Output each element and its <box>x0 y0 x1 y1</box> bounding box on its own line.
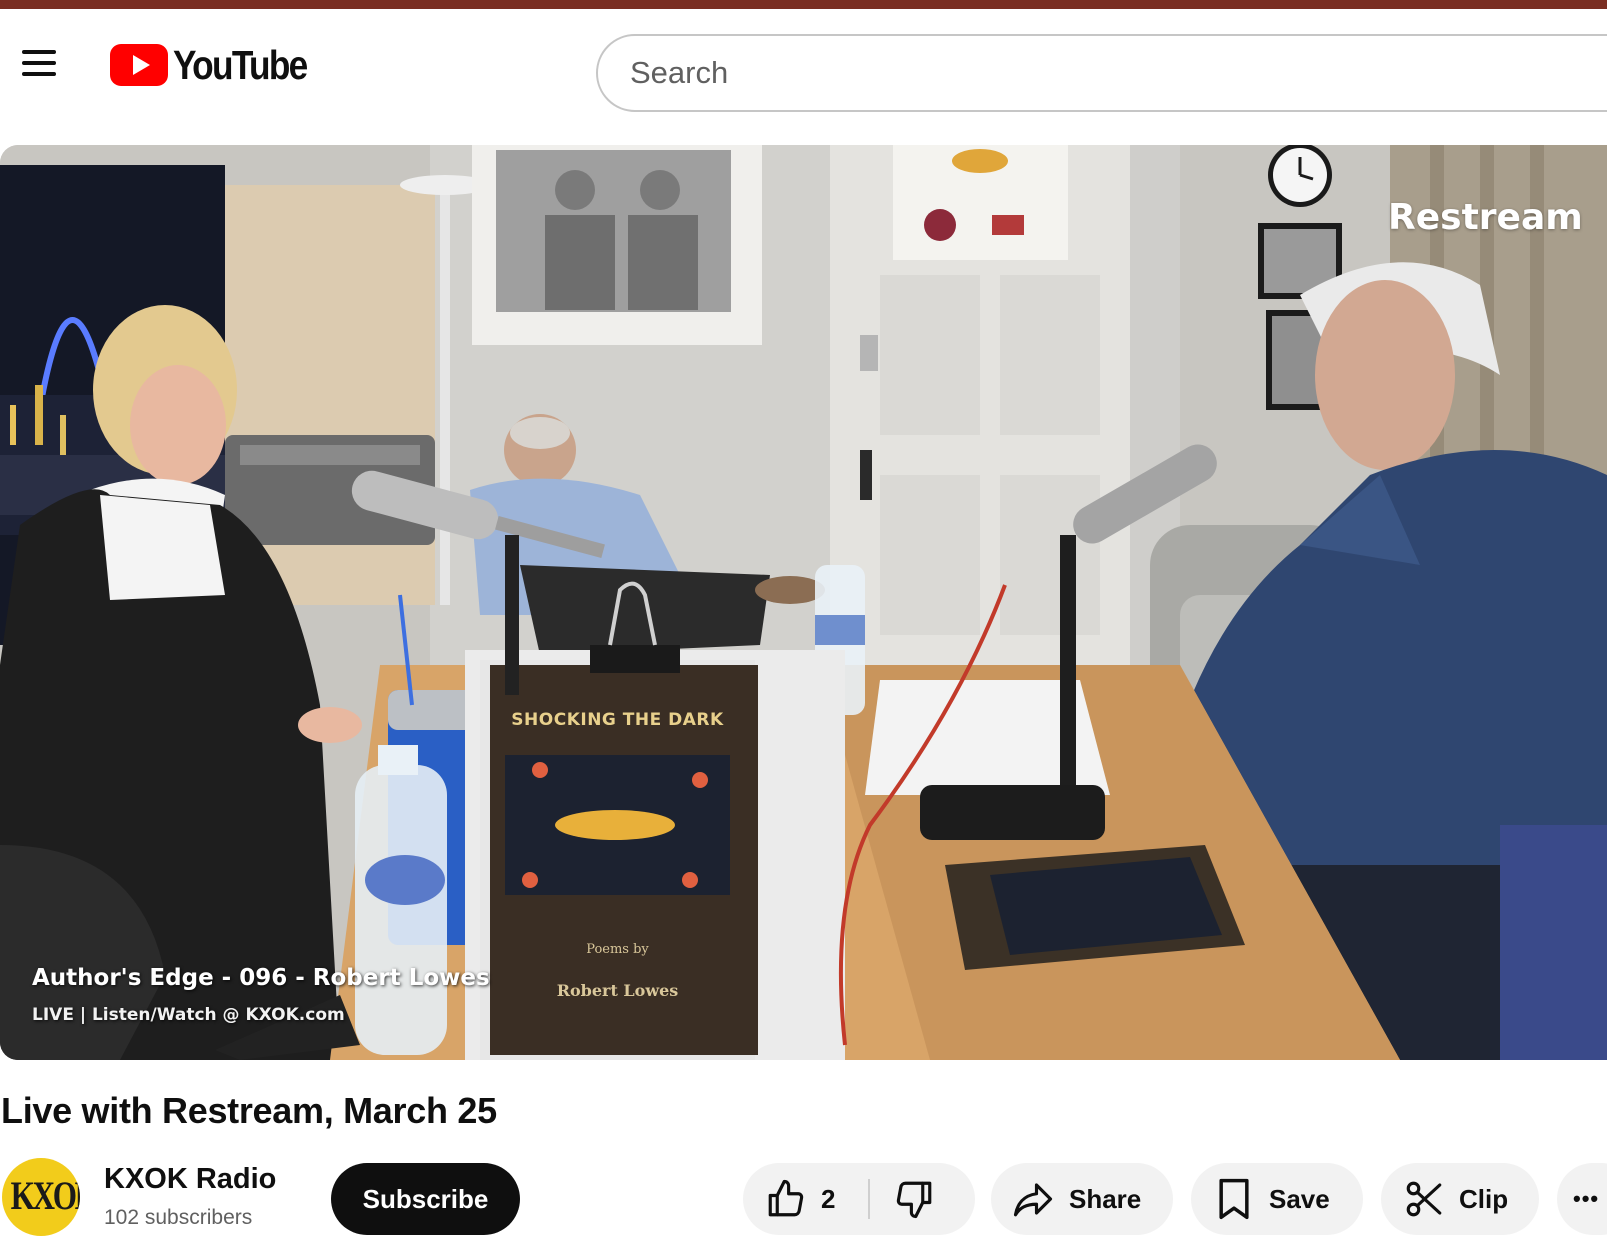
masthead: YouTube <box>0 9 1607 124</box>
video-frame <box>0 145 1607 1060</box>
restream-watermark: Restream <box>1388 197 1583 238</box>
thumbs-up-icon <box>765 1178 807 1220</box>
like-divider <box>868 1179 870 1219</box>
like-count: 2 <box>821 1183 836 1214</box>
video-overlay-subtitle: LIVE | Listen/Watch @ KXOK.com <box>32 1005 345 1025</box>
bookmark-icon <box>1215 1177 1253 1221</box>
book-cover-subtitle: Poems by <box>586 942 649 957</box>
scissors-icon <box>1403 1178 1445 1220</box>
top-border <box>0 0 1607 9</box>
like-dislike-bar: 2 <box>743 1163 975 1235</box>
subscriber-count: 102 subscribers <box>104 1206 253 1229</box>
video-title: Live with Restream, March 25 <box>1 1090 497 1131</box>
more-actions-button[interactable]: ••• <box>1557 1163 1607 1235</box>
share-button[interactable]: Share <box>991 1163 1173 1235</box>
like-button[interactable]: 2 <box>765 1163 835 1235</box>
save-button[interactable]: Save <box>1191 1163 1363 1235</box>
share-arrow-icon <box>1011 1178 1055 1220</box>
book-cover-title: SHOCKING THE DARK <box>511 710 724 730</box>
video-player[interactable]: Restream SHOCKING THE DARK Poems by Robe… <box>0 145 1607 1060</box>
subscribe-button[interactable]: Subscribe <box>331 1163 520 1235</box>
video-overlay-title: Author's Edge - 096 - Robert Lowes <box>32 965 490 991</box>
thumbs-down-icon <box>893 1178 935 1220</box>
dislike-button[interactable] <box>893 1163 935 1235</box>
youtube-play-icon <box>110 44 168 86</box>
share-label: Share <box>1069 1183 1142 1214</box>
save-label: Save <box>1269 1183 1330 1214</box>
book-cover-author: Robert Lowes <box>556 981 679 1000</box>
clip-button[interactable]: Clip <box>1381 1163 1539 1235</box>
channel-avatar[interactable]: KXOK <box>2 1158 80 1236</box>
avatar-text: KXOK <box>10 1173 80 1218</box>
clip-label: Clip <box>1459 1183 1509 1214</box>
youtube-logo[interactable]: YouTube <box>110 41 328 88</box>
logo-wordmark: YouTube <box>173 41 308 88</box>
search-input[interactable] <box>630 50 1590 96</box>
search-box <box>596 34 1607 112</box>
channel-name[interactable]: KXOK Radio <box>104 1163 276 1196</box>
menu-icon[interactable] <box>14 37 64 87</box>
ellipsis-icon: ••• <box>1573 1186 1600 1211</box>
